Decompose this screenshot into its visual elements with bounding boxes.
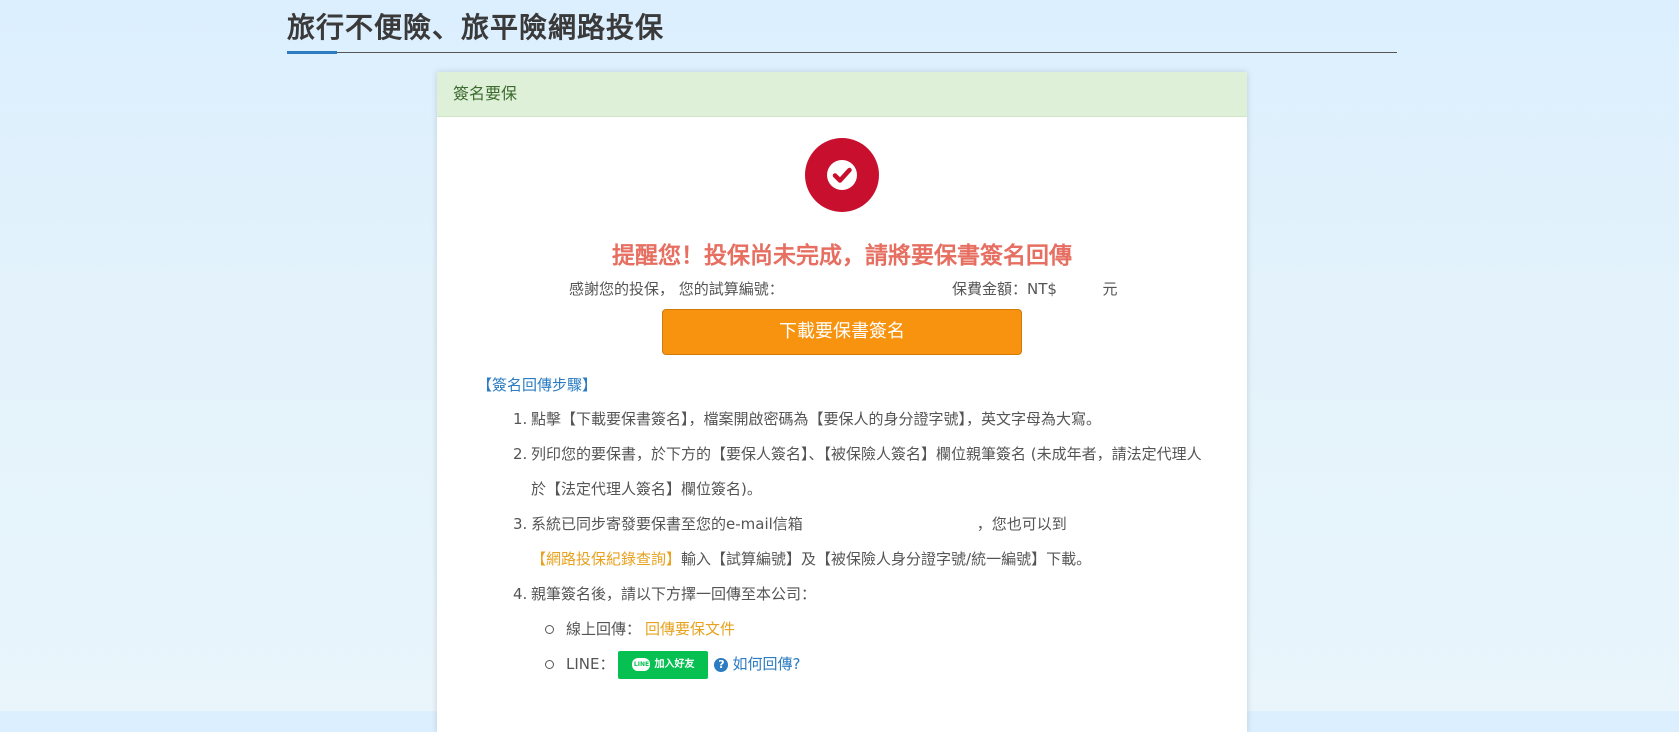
return-methods: 線上回傳： 回傳要保文件 LINE： LINE 加入好友 ? 如何回傳? [513,612,1213,682]
how-to-return-link[interactable]: 如何回傳? [732,647,800,682]
line-return-item: LINE： LINE 加入好友 ? 如何回傳? [513,647,1213,682]
line-add-friend-button[interactable]: LINE 加入好友 [618,650,709,679]
step-text-also: ，您也可以到 [976,515,1067,533]
upload-documents-link[interactable]: 回傳要保文件 [645,612,735,647]
step-item: 3. 系統已同步寄發要保書至您的e-mail信箱 ，您也可以到【網路投保紀錄查詢】… [513,507,1213,577]
check-circle-icon [805,138,879,212]
trial-number-label: 感謝您的投保， 您的試算編號： [569,280,784,298]
page-header: 旅行不便險、旅平險網路投保 [287,0,1397,54]
line-label: LINE： [566,655,615,673]
step-text-email: 系統已同步寄發要保書至您的e-mail信箱 [531,515,803,533]
steps-heading: 【簽名回傳步驟】 [477,376,598,394]
download-application-button[interactable]: 下載要保書簽名 [662,309,1022,355]
title-accent-bar [287,51,337,54]
online-return-label: 線上回傳： [566,620,642,638]
step-item: 4. 親筆簽名後，請以下方擇一回傳至本公司： [513,577,1213,612]
online-return-item: 線上回傳： 回傳要保文件 [513,612,1213,647]
line-logo-icon: LINE [632,658,651,671]
step-item: 2. 列印您的要保書，於下方的【要保人簽名】、【被保險人簽名】欄位親筆簽名 (未… [513,437,1213,507]
premium-amount: 保費金額：NT$ 元 [952,278,1118,299]
step-text: 列印您的要保書，於下方的【要保人簽名】、【被保險人簽名】欄位親筆簽名 (未成年者… [531,445,1202,498]
step-text-download: 輸入【試算編號】及【被保險人身分證字號/統一編號】下載。 [681,550,1092,568]
reminder-message: 提醒您！投保尚未完成，請將要保書簽名回傳 [612,243,1072,269]
premium-amount-label: 保費金額：NT$ [952,280,1057,298]
step-number: 2. [513,445,528,463]
online-record-query-link[interactable]: 【網路投保紀錄查詢】 [531,550,681,568]
step-text: 點擊【下載要保書簽名】，檔案開啟密碼為【要保人的身分證字號】，英文字母為大寫。 [531,410,1102,428]
bullet-icon [545,660,554,669]
line-add-friend-label: 加入好友 [654,659,695,670]
step-text: 親筆簽名後，請以下方擇一回傳至本公司： [531,585,817,603]
question-circle-icon[interactable]: ? [714,657,729,672]
page-title: 旅行不便險、旅平險網路投保 [287,11,665,44]
card-header: 簽名要保 [437,72,1247,117]
step-number: 1. [513,410,528,428]
step-number: 4. [513,585,528,603]
steps-list: 1. 點擊【下載要保書簽名】，檔案開啟密碼為【要保人的身分證字號】，英文字母為大… [513,402,1213,682]
sign-card: 簽名要保 提醒您！投保尚未完成，請將要保書簽名回傳 感謝您的投保， 您的試算編號… [437,72,1247,732]
step-item: 1. 點擊【下載要保書簽名】，檔案開啟密碼為【要保人的身分證字號】，英文字母為大… [513,402,1213,437]
step-number: 3. [513,515,528,533]
bullet-icon [545,625,554,634]
premium-amount-unit: 元 [1102,280,1118,298]
step-text: 系統已同步寄發要保書至您的e-mail信箱 ，您也可以到【網路投保紀錄查詢】輸入【… [531,507,1213,577]
